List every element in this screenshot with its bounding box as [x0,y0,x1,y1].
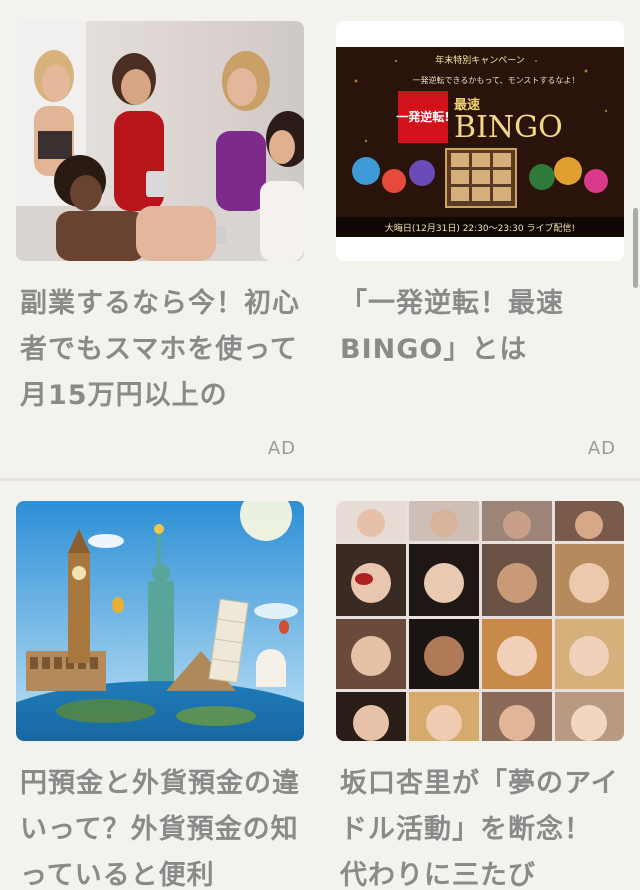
feed-row-1: 副業するなら今！初心者でもスマホを使って月15万円以上の AD 年末特別キャンペ… [0,0,640,478]
ad-card-bingo[interactable]: 年末特別キャンペーン 一発逆転できるかもって、モンストするなよ！ 一発逆転! 最… [336,0,624,478]
feed-row-2: 円預金と外貨預金の違いって？外貨預金の知っていると便利 坂口杏里が「夢のアイドル… [0,481,640,890]
card-thumbnail-face-grid[interactable] [336,501,624,741]
banner-sub-text: 一発逆転できるかもって、モンストするなよ！ [413,75,580,85]
card-title[interactable]: 副業するなら今！初心者でもスマホを使って月15万円以上の [20,281,310,419]
ad-label: AD [267,438,296,459]
banner-top-text: 年末特別キャンペーン [435,54,525,66]
ad-card-side-job[interactable]: 副業するなら今！初心者でもスマホを使って月15万円以上の AD [16,0,304,478]
banner-headline-big: BINGO [454,110,563,145]
ad-label: AD [587,438,616,459]
card-title[interactable]: 坂口杏里が「夢のアイドル活動」を断念！ 代わりに三たび [340,761,630,890]
banner-footer-text: 大晦日(12月31日) 22:30～23:30 ライブ配信! [385,222,575,234]
article-card-foreign-deposit[interactable]: 円預金と外貨預金の違いって？外貨預金の知っていると便利 [16,481,304,890]
scrollbar-thumb[interactable] [633,208,638,288]
card-thumbnail-landmarks[interactable] [16,501,304,741]
article-feed: 副業するなら今！初心者でもスマホを使って月15万円以上の AD 年末特別キャンペ… [0,0,640,890]
card-thumbnail-women[interactable] [16,21,304,261]
card-title[interactable]: 円預金と外貨預金の違いって？外貨預金の知っていると便利 [20,761,310,890]
article-card-sakaguchi[interactable]: 坂口杏里が「夢のアイドル活動」を断念！ 代わりに三たび [336,481,624,890]
card-title[interactable]: 「一発逆転！最速BINGO」とは [340,281,630,373]
card-thumbnail-bingo-banner[interactable]: 年末特別キャンペーン 一発逆転できるかもって、モンストするなよ！ 一発逆転! 最… [336,21,624,261]
banner-badge: 一発逆転! [396,109,449,124]
